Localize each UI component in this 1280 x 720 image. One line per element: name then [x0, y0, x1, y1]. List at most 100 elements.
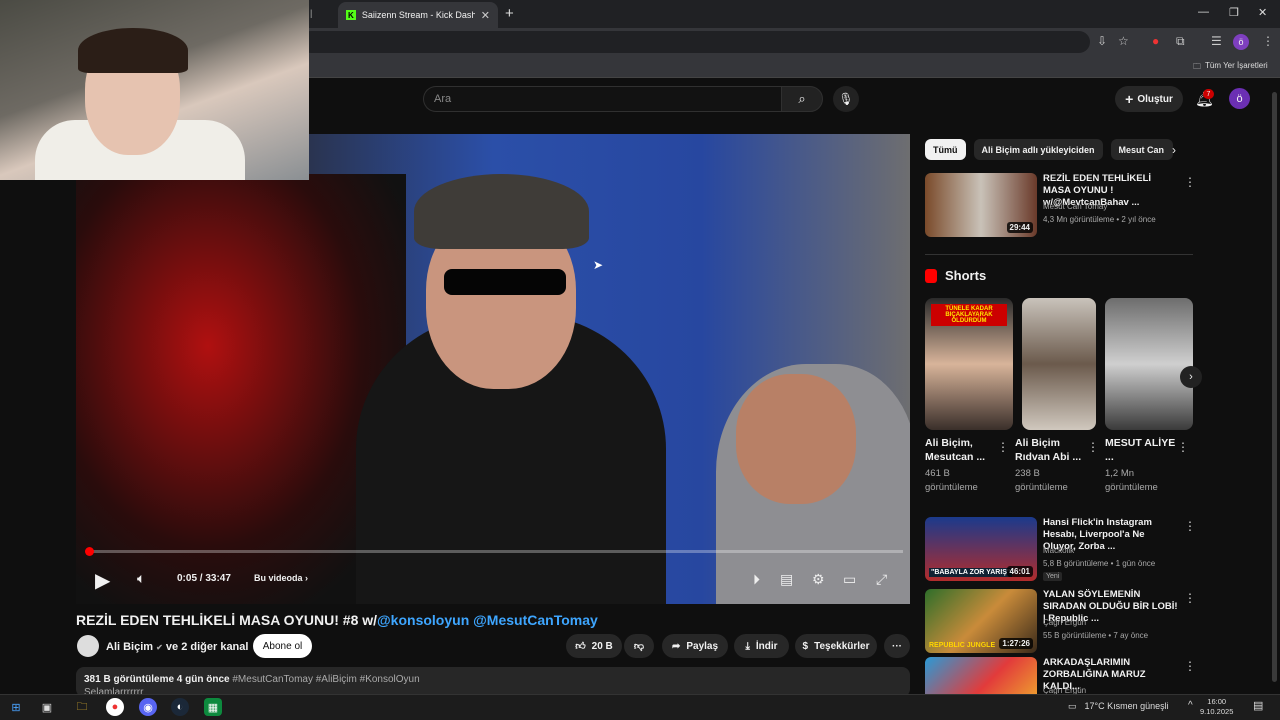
reading-list-icon[interactable]: ☰ [1211, 34, 1222, 48]
browser-menu-icon[interactable]: ⋮ [1262, 34, 1274, 48]
hashtags[interactable]: #MesutCanTomay #AliBiçim #KonsolOyun [232, 674, 419, 685]
shorts-heading-text: Shorts [945, 268, 987, 283]
related-channel: Çağrı Ergün [1043, 686, 1087, 694]
all-bookmarks-button[interactable]: 🗀 Tüm Yer İşaretleri [1193, 61, 1268, 75]
extensions-puzzle-icon[interactable]: ⧉ [1176, 34, 1185, 49]
related-channel: Mesut Can Tomay [1043, 202, 1108, 211]
chip-uploader[interactable]: Ali Biçim adlı yükleyiciden [973, 139, 1103, 160]
dislike-button[interactable]: 👎︎ [624, 634, 654, 658]
video-thumbnail: 29:44 [925, 173, 1037, 237]
video-frame-person-2-head [736, 374, 856, 504]
thanks-icon: $ [802, 640, 809, 652]
more-vert-icon[interactable]: ⋮ [1087, 440, 1099, 454]
download-button[interactable]: ⤓ İndir [734, 634, 789, 658]
channel-avatar[interactable] [77, 635, 99, 657]
fullscreen-icon[interactable]: ⤢ [876, 571, 887, 588]
video-thumbnail: "BABAYLA ZOR YARIŞ" 46:01 [925, 517, 1037, 581]
clock-time: 16:00 [1207, 697, 1227, 706]
settings-gear-icon[interactable]: ⚙ [812, 571, 825, 588]
more-vert-icon[interactable]: ⋮ [1177, 440, 1189, 454]
browser-tab-kick[interactable]: K Saiizenn Stream - Kick Dashboa ✕ [338, 2, 498, 28]
related-channel: Mackolik [1043, 546, 1075, 555]
subscribe-button[interactable]: Abone ol [253, 634, 312, 658]
more-vert-icon[interactable]: ⋮ [1184, 591, 1196, 605]
chevron-right-icon[interactable]: › [1172, 143, 1176, 157]
volume-icon[interactable]: 🔈︎ [137, 570, 145, 587]
file-explorer-icon[interactable]: 🗀 [73, 698, 91, 716]
autoplay-toggle-icon[interactable]: ⏵ [753, 571, 760, 588]
install-app-icon[interactable]: ⇩ [1097, 34, 1107, 48]
more-vert-icon[interactable]: ⋮ [1184, 175, 1196, 189]
steam-icon[interactable]: ◐ [171, 698, 189, 716]
restore-icon[interactable]: ❐ [1229, 6, 1239, 19]
chip-mesut[interactable]: Mesut Can [1110, 139, 1173, 160]
time-display: 0:05 / 33:47 [177, 573, 231, 584]
duration-badge: 29:44 [1006, 222, 1033, 233]
mention-link[interactable]: @konsoloyun [377, 612, 469, 628]
short-thumbnail[interactable]: TÜNELE KADAR BIÇAKLAYARAK ÖLDÜRDÜM [925, 298, 1013, 430]
notification-center-icon[interactable]: ▤ [1253, 699, 1263, 712]
video-frame-cap [414, 174, 589, 249]
page-scrollbar[interactable] [1272, 92, 1277, 682]
play-icon[interactable]: ▶ [95, 568, 110, 593]
progress-scrubber[interactable] [85, 547, 94, 556]
tray-chevron-icon[interactable]: ^ [1188, 700, 1193, 711]
related-video[interactable]: "BABAYLA ZOR YARIŞ" 46:01 Hansi Flick'in… [925, 517, 1196, 581]
discord-icon[interactable]: ◉ [139, 698, 157, 716]
share-label: Paylaş [686, 640, 719, 652]
search-button[interactable]: ⌕ [781, 86, 823, 112]
duration-badge: 1:27:26 [999, 638, 1033, 649]
mention-link[interactable]: @MesutCanTomay [473, 612, 598, 628]
description-box[interactable]: 381 B görüntüleme 4 gün önce #MesutCanTo… [76, 667, 910, 698]
search-input[interactable]: Ara [423, 86, 781, 112]
video-player[interactable] [76, 134, 910, 604]
channel-name[interactable]: Ali Biçim ✔ ve 2 diğer kanal [106, 641, 248, 653]
partial-tab[interactable]: | [310, 8, 312, 18]
task-view-icon[interactable]: ▣ [38, 698, 56, 716]
app-icon[interactable]: ▦ [204, 698, 222, 716]
system-clock[interactable]: 16:00 9.10.2025 [1200, 697, 1233, 717]
related-video[interactable]: REPUBLIC JUNGLE 1:27:26 YALAN SÖYLEMENİN… [925, 589, 1196, 653]
streamer-webcam-overlay [0, 0, 309, 180]
theater-mode-icon[interactable]: ▭ [843, 571, 856, 588]
more-actions-button[interactable]: ··· [884, 634, 910, 658]
thanks-button[interactable]: $ Teşekkürler [795, 634, 877, 658]
browser-profile-avatar[interactable]: ö [1233, 34, 1249, 50]
shorts-next-button[interactable]: › [1180, 366, 1202, 388]
short-thumbnail[interactable] [1022, 298, 1096, 430]
like-button[interactable]: 👍︎ 20 B [566, 634, 622, 658]
account-avatar[interactable]: ö [1229, 88, 1250, 109]
short-title[interactable]: Ali Biçim, Mesutcan ... [925, 436, 1000, 464]
subtitles-icon[interactable]: ▤ [780, 571, 793, 588]
download-icon: ⤓ [745, 640, 750, 652]
bookmark-star-icon[interactable]: ☆ [1118, 34, 1129, 48]
new-tab-button[interactable]: + [505, 5, 514, 22]
more-vert-icon[interactable]: ⋮ [1184, 519, 1196, 533]
tab-title: Saiizenn Stream - Kick Dashboa [361, 10, 475, 20]
minimize-icon[interactable]: — [1198, 6, 1209, 18]
weather-widget[interactable]: ▭ 17°C Kısmen güneşli [1068, 701, 1169, 712]
extension-icon[interactable]: ● [1152, 34, 1159, 48]
voice-search-button[interactable]: 🎙 [833, 86, 859, 112]
related-video[interactable]: 29:44 REZİL EDEN TEHLİKELİ MASA OYUNU ! … [925, 173, 1196, 237]
video-title-text: REZİL EDEN TEHLİKELİ MASA OYUNU! #8 w/ [76, 612, 378, 628]
more-vert-icon[interactable]: ⋮ [997, 440, 1009, 454]
thumbnail-caption: "BABAYLA ZOR YARIŞ" [929, 568, 1013, 577]
short-title[interactable]: MESUT ALİYE ... [1105, 436, 1180, 464]
channel-name-text: Ali Biçim [106, 641, 154, 653]
window-close-icon[interactable]: ✕ [1258, 6, 1267, 19]
address-bar[interactable] [300, 31, 1090, 53]
related-video[interactable]: ARKADAŞLARIMIN ZORBALIĞINA MARUZ KALDI..… [925, 657, 1195, 694]
short-title[interactable]: Ali Biçim Rıdvan Abi ... [1015, 436, 1090, 464]
more-vert-icon[interactable]: ⋮ [1184, 659, 1195, 673]
close-tab-icon[interactable]: ✕ [481, 9, 490, 22]
share-button[interactable]: ➦ Paylaş [662, 634, 728, 658]
progress-bar[interactable] [88, 550, 903, 553]
chapter-button[interactable]: Bu videoda › [254, 573, 308, 583]
create-button[interactable]: + Oluştur [1115, 86, 1183, 112]
chip-all[interactable]: Tümü [925, 139, 966, 160]
windows-start-icon[interactable]: ⊞ [7, 698, 25, 716]
short-thumbnail[interactable] [1105, 298, 1193, 430]
weather-icon: ▭ [1068, 701, 1077, 711]
chrome-icon[interactable]: ● [106, 698, 124, 716]
